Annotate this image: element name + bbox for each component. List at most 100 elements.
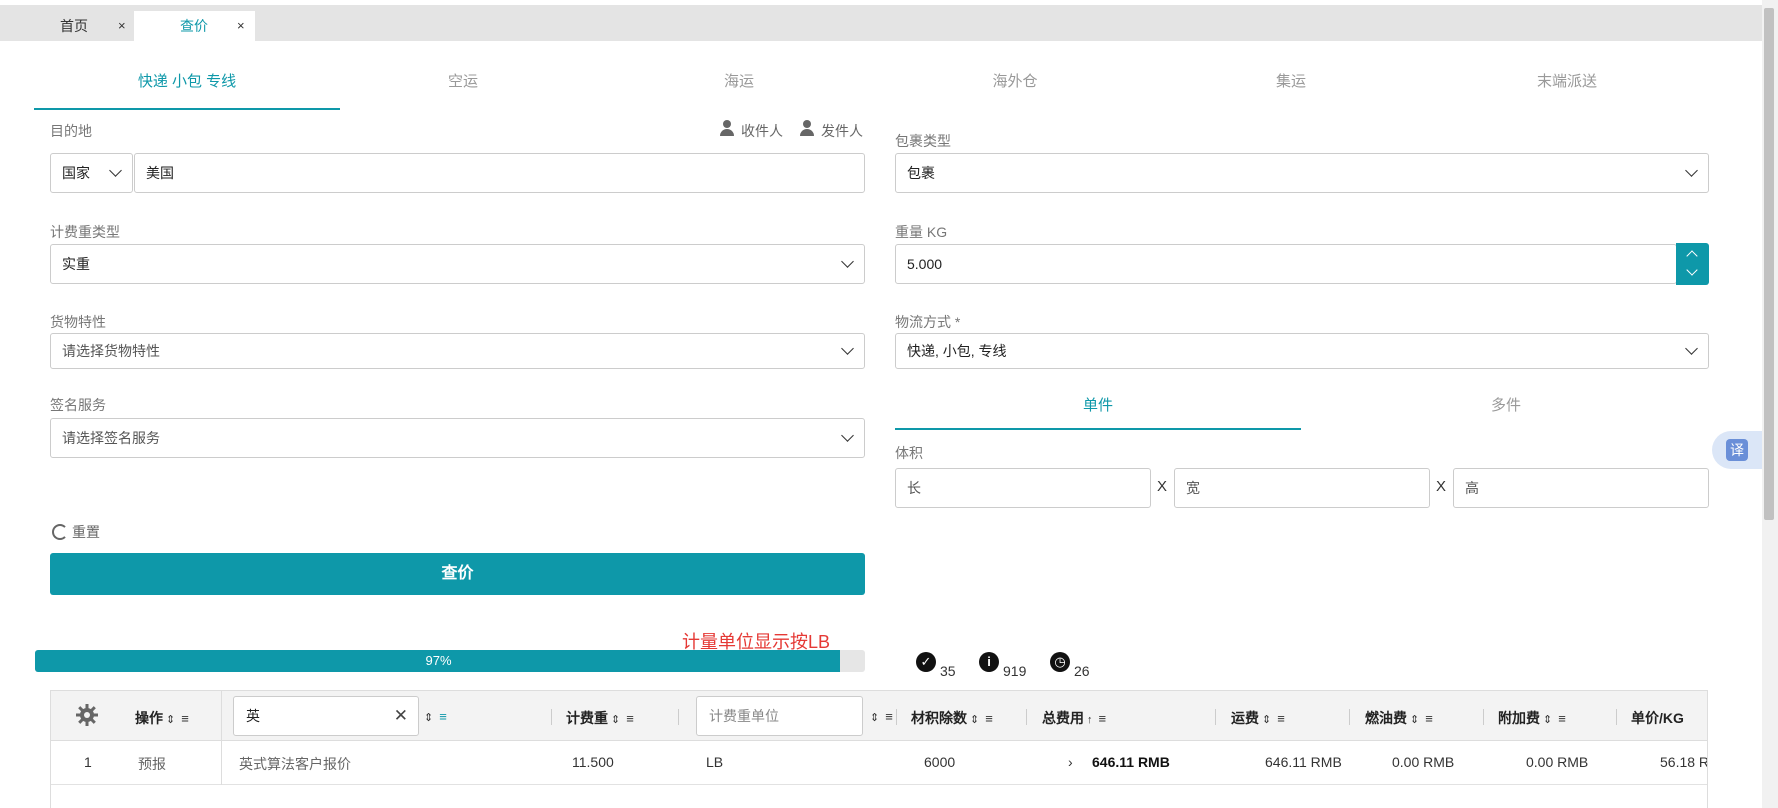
gear-icon[interactable] xyxy=(75,703,99,727)
clear-icon[interactable]: ✕ xyxy=(394,697,408,735)
col-surcharge[interactable]: 附加费 ⇕ ≡ xyxy=(1498,708,1566,728)
package-type-select[interactable]: 包裹 xyxy=(895,153,1709,193)
query-price-button[interactable]: 查价 xyxy=(50,553,865,595)
sort-icon[interactable]: ⇕ xyxy=(424,711,433,724)
col-charge-weight[interactable]: 计费重 ⇕ ≡ xyxy=(566,708,634,728)
translate-button[interactable]: 译 xyxy=(1712,431,1762,469)
tab-home-label: 首页 xyxy=(60,18,88,34)
menu-icon[interactable]: ≡ xyxy=(439,709,447,724)
unit-filter-input[interactable]: 计费重单位 xyxy=(696,696,863,736)
weight-value: 5.000 xyxy=(907,256,943,272)
chevron-down-icon xyxy=(1685,164,1698,177)
refresh-icon xyxy=(52,524,68,540)
row-index: 1 xyxy=(84,754,92,770)
package-type-value: 包裹 xyxy=(907,165,935,181)
stat-info: i919 xyxy=(979,652,1026,679)
sort-icon[interactable]: ⇕ xyxy=(1262,713,1271,726)
tab-single-piece[interactable]: 单件 xyxy=(895,386,1301,430)
weight-input[interactable]: 5.000 xyxy=(895,244,1677,284)
tab-consolidation[interactable]: 集运 xyxy=(1138,64,1444,110)
scrollbar-thumb[interactable] xyxy=(1764,8,1774,520)
logistics-select[interactable]: 快递, 小包, 专线 xyxy=(895,333,1709,369)
stat-pending: ◷26 xyxy=(1050,652,1090,679)
sort-icon[interactable]: ⇕ xyxy=(1543,713,1552,726)
user-icon xyxy=(799,120,815,138)
col-action[interactable]: 操作 ⇕ ≡ xyxy=(135,708,189,728)
row-unit: LB xyxy=(706,754,724,770)
user-icon xyxy=(719,120,735,138)
tab-home[interactable]: 首页 × xyxy=(60,11,132,41)
sort-icon[interactable]: ⇕ xyxy=(166,713,175,726)
col-unit-controls[interactable]: ⇕ ≡ xyxy=(867,708,893,724)
signature-placeholder: 请选择签名服务 xyxy=(62,430,160,446)
charge-weight-type-value: 实重 xyxy=(62,256,90,272)
cargo-label: 货物特性 xyxy=(50,314,106,330)
menu-icon[interactable]: ≡ xyxy=(1099,711,1107,726)
menu-icon[interactable]: ≡ xyxy=(885,709,893,724)
recipient-link[interactable]: 收件人 xyxy=(719,120,783,141)
tab-price-query-label: 查价 xyxy=(180,18,208,34)
col-name-controls[interactable]: ⇕ ≡ xyxy=(421,708,447,724)
expand-icon[interactable]: › xyxy=(1068,754,1073,770)
progress-bar: 97% xyxy=(35,650,865,672)
destination-input[interactable]: 美国 xyxy=(134,153,865,193)
sort-icon[interactable]: ⇕ xyxy=(1410,713,1419,726)
chevron-up-icon[interactable] xyxy=(1686,250,1698,262)
col-unit-price[interactable]: 单价/KG xyxy=(1631,708,1684,728)
cargo-select[interactable]: 请选择货物特性 xyxy=(50,333,865,369)
menu-icon[interactable]: ≡ xyxy=(1277,711,1285,726)
sender-label: 发件人 xyxy=(821,123,863,139)
tab-express[interactable]: 快递 小包 专线 xyxy=(34,64,340,110)
sender-link[interactable]: 发件人 xyxy=(799,120,863,141)
menu-icon[interactable]: ≡ xyxy=(985,711,993,726)
info-circle-icon: i xyxy=(979,652,999,672)
col-fuel[interactable]: 燃油费 ⇕ ≡ xyxy=(1365,708,1433,728)
tab-multi-piece[interactable]: 多件 xyxy=(1303,386,1709,430)
chevron-down-icon[interactable] xyxy=(1686,264,1698,276)
name-filter-input[interactable]: 英 ✕ xyxy=(233,696,419,736)
menu-icon[interactable]: ≡ xyxy=(1425,711,1433,726)
sort-ascending-icon[interactable]: ↑ xyxy=(1087,714,1093,726)
menu-icon[interactable]: ≡ xyxy=(181,711,189,726)
col-divisor[interactable]: 材积除数 ⇕ ≡ xyxy=(911,708,993,728)
sort-icon[interactable]: ⇕ xyxy=(970,713,979,726)
col-total[interactable]: 总费用 ↑ ≡ xyxy=(1042,708,1106,728)
chevron-down-icon xyxy=(109,164,122,177)
row-fuel: 0.00 RMB xyxy=(1392,754,1455,770)
sort-icon[interactable]: ⇕ xyxy=(870,711,879,724)
col-freight[interactable]: 运费 ⇕ ≡ xyxy=(1231,708,1285,728)
country-select-value: 国家 xyxy=(62,165,90,181)
tab-last-mile[interactable]: 末端派送 xyxy=(1414,64,1720,110)
tab-price-query[interactable]: 查价 × xyxy=(134,11,255,41)
sort-icon[interactable]: ⇕ xyxy=(611,713,620,726)
column-divider xyxy=(551,709,552,725)
row-charge-weight: 11.500 xyxy=(572,754,614,770)
menu-icon[interactable]: ≡ xyxy=(1558,711,1566,726)
chevron-down-icon xyxy=(841,342,854,355)
height-placeholder: 高 xyxy=(1465,480,1479,496)
menu-icon[interactable]: ≡ xyxy=(626,711,634,726)
height-input[interactable]: 高 xyxy=(1453,468,1709,508)
destination-value: 美国 xyxy=(146,165,174,181)
weight-stepper[interactable] xyxy=(1676,243,1709,285)
country-select[interactable]: 国家 xyxy=(50,153,133,193)
reset-button[interactable]: 重置 xyxy=(52,522,100,542)
table-row[interactable]: 1 预报 英式算法客户报价 11.500 LB 6000 › 646.11 RM… xyxy=(51,741,1707,785)
column-divider xyxy=(221,741,222,785)
logistics-label: 物流方式 * xyxy=(895,314,961,330)
signature-select[interactable]: 请选择签名服务 xyxy=(50,418,865,458)
close-icon[interactable]: × xyxy=(118,11,126,41)
table-header: 操作 ⇕ ≡ 英 ✕ ⇕ ≡ 计费重 ⇕ ≡ 计费重单位 ⇕ ≡ 材积除数 ⇕ ≡ 总费用 ↑ ≡ xyxy=(51,691,1707,741)
charge-weight-type-select[interactable]: 实重 xyxy=(50,244,865,284)
close-icon[interactable]: × xyxy=(237,11,245,41)
clock-icon: ◷ xyxy=(1050,652,1070,672)
tab-overseas-warehouse[interactable]: 海外仓 xyxy=(862,64,1168,110)
tab-air[interactable]: 空运 xyxy=(310,64,616,110)
length-input[interactable]: 长 xyxy=(895,468,1151,508)
tab-sea[interactable]: 海运 xyxy=(586,64,892,110)
forecast-link[interactable]: 预报 xyxy=(138,754,166,774)
width-input[interactable]: 宽 xyxy=(1174,468,1430,508)
logistics-value: 快递, 小包, 专线 xyxy=(907,343,1007,359)
charge-weight-type-label: 计费重类型 xyxy=(50,224,120,240)
col-action-label: 操作 xyxy=(135,710,163,726)
